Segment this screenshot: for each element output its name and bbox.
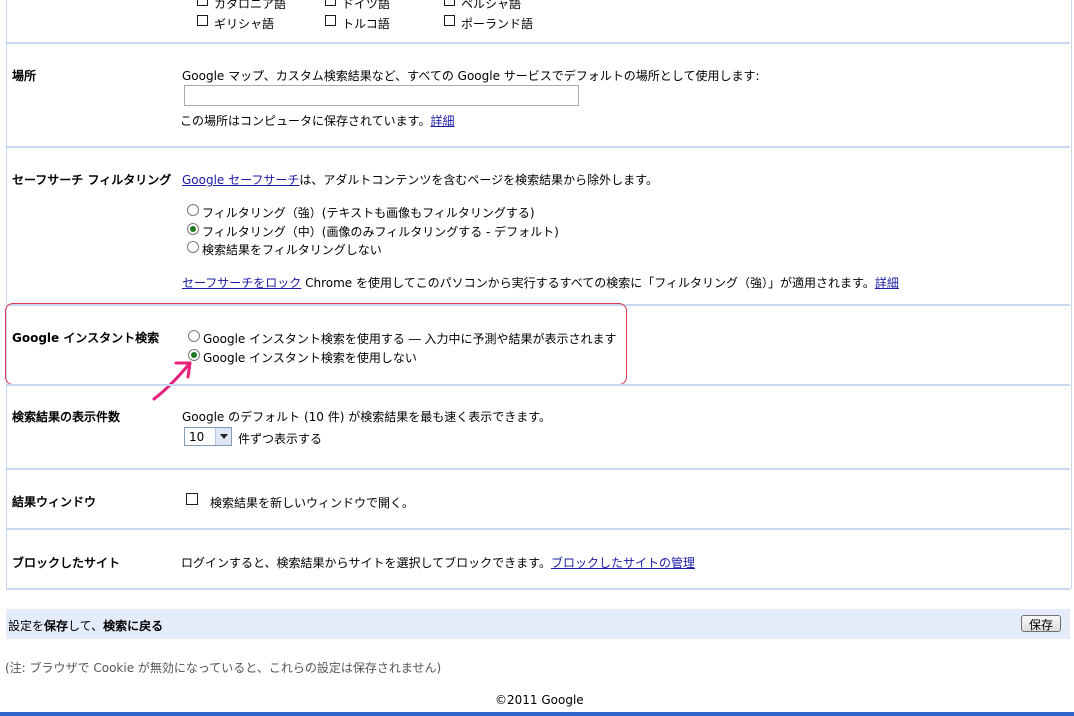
safesearch-details-link[interactable]: 詳細 [875, 276, 899, 290]
safesearch-lock-text: Chrome を使用してこのパソコンから実行するすべての検索に「フィルタリング（… [301, 276, 875, 290]
safesearch-moderate-radio[interactable] [187, 223, 199, 235]
instant-label: Google インスタント検索 [12, 331, 160, 345]
section-divider [6, 146, 1070, 148]
safesearch-lock-link[interactable]: セーフサーチをロック [182, 276, 301, 290]
location-description: Google マップ、カスタム検索結果など、すべての Google サービスでデ… [182, 69, 760, 83]
chevron-down-icon[interactable] [215, 428, 231, 445]
safesearch-description: Google セーフサーチは、アダルトコンテンツを含むページを検索結果から除外し… [182, 171, 658, 188]
results-count-label: 検索結果の表示件数 [12, 410, 121, 424]
language-label: カタロニア語 [214, 0, 287, 11]
safesearch-label: セーフサーチ フィルタリング [12, 173, 172, 187]
language-label: ギリシャ語 [214, 17, 275, 31]
section-divider [6, 528, 1070, 530]
results-count-value: 10 [189, 430, 205, 444]
section-divider [6, 588, 1070, 590]
cookie-note: (注: ブラウザで Cookie が無効になっていると、これらの設定は保存されま… [5, 661, 442, 675]
save-bar-save: 保存 [44, 619, 69, 633]
instant-on-radio[interactable] [188, 330, 200, 342]
language-label: ドイツ語 [342, 0, 391, 11]
blocked-sites-label: ブロックしたサイト [12, 556, 121, 570]
arrow-icon [152, 361, 192, 401]
new-window-checkbox[interactable] [186, 493, 198, 505]
language-checkbox[interactable] [197, 15, 208, 26]
language-label: ペルシャ語 [461, 0, 522, 11]
save-bar-mid: して、 [68, 619, 104, 633]
blocked-sites-line: ログインすると、検索結果からサイトを選択してブロックできます。ブロックしたサイト… [181, 554, 695, 571]
instant-off-label: Google インスタント検索を使用しない [203, 351, 417, 365]
location-label: 場所 [12, 69, 37, 83]
results-count-select[interactable]: 10 [184, 427, 232, 446]
new-window-label: 検索結果を新しいウィンドウで開く。 [210, 496, 415, 510]
language-label: トルコ語 [342, 17, 390, 31]
manage-blocked-sites-link[interactable]: ブロックしたサイトの管理 [551, 556, 695, 570]
results-window-label: 結果ウィンドウ [12, 495, 97, 509]
results-count-description: Google のデフォルト (10 件) が検索結果を最も速く表示できます。 [182, 410, 552, 424]
location-note: この場所はコンピュータに保存されています。詳細 [180, 112, 454, 129]
instant-on-label: Google インスタント検索を使用する ― 入力中に予測や結果が表示されます [203, 332, 617, 346]
safesearch-lock-line: セーフサーチをロック Chrome を使用してこのパソコンから実行するすべての検… [182, 274, 899, 291]
language-checkbox[interactable] [197, 0, 208, 6]
results-count-suffix: 件ずつ表示する [238, 432, 323, 446]
save-bar: 設定を保存して、検索に戻る 保存 [6, 609, 1070, 639]
language-checkbox[interactable] [444, 15, 455, 26]
blocked-sites-text: ログインすると、検索結果からサイトを選択してブロックできます。 [181, 556, 551, 570]
section-divider [6, 42, 1070, 44]
language-checkbox[interactable] [444, 0, 455, 6]
copyright: ©2011 Google [495, 693, 584, 707]
section-divider [6, 468, 1070, 470]
location-details-link[interactable]: 詳細 [430, 114, 454, 128]
safesearch-strict-radio[interactable] [187, 204, 199, 216]
safesearch-strict-label: フィルタリング（強）(テキストも画像もフィルタリングする) [202, 206, 535, 220]
footer-bar [0, 712, 1074, 716]
save-bar-return: 検索に戻る [103, 619, 164, 633]
safesearch-moderate-label: フィルタリング（中）(画像のみフィルタリングする - デフォルト) [202, 225, 559, 239]
safesearch-description-text: は、アダルトコンテンツを含むページを検索結果から除外します。 [299, 173, 658, 187]
language-checkbox[interactable] [325, 0, 336, 6]
language-checkbox[interactable] [325, 15, 336, 26]
save-bar-text: 設定を保存して、検索に戻る [8, 617, 163, 634]
save-button[interactable]: 保存 [1021, 615, 1061, 632]
safesearch-link[interactable]: Google セーフサーチ [182, 173, 299, 187]
safesearch-off-label: 検索結果をフィルタリングしない [202, 243, 382, 257]
save-bar-prefix: 設定を [8, 619, 45, 633]
location-input[interactable] [184, 85, 579, 106]
section-divider [6, 384, 1070, 386]
language-label: ポーランド語 [461, 17, 534, 31]
location-note-text: この場所はコンピュータに保存されています。 [180, 114, 431, 128]
safesearch-off-radio[interactable] [187, 241, 199, 253]
